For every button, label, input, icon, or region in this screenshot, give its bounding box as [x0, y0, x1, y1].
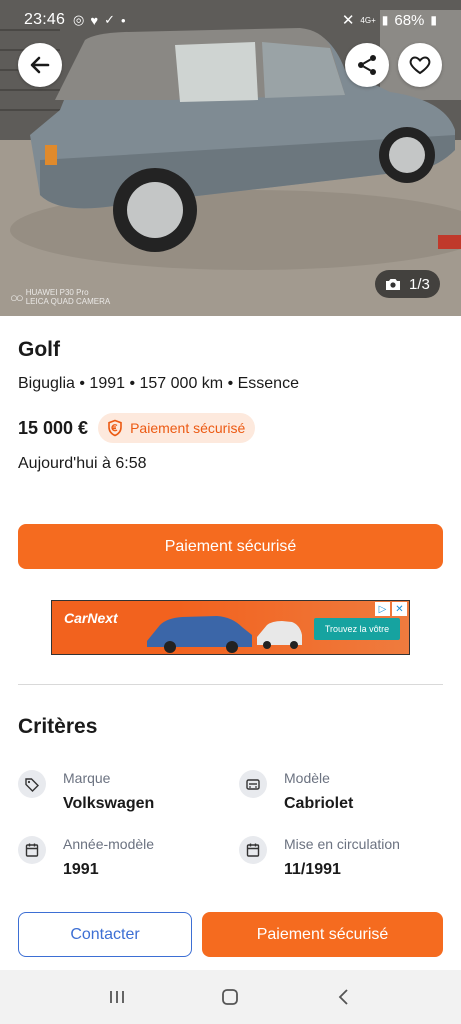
listing-title: Golf — [18, 338, 60, 361]
ad-cta-button[interactable]: Trouvez la vôtre — [314, 618, 400, 640]
ad-cars-image — [147, 616, 302, 653]
criteria-label: Marque — [63, 770, 111, 786]
recent-apps-icon — [109, 991, 124, 1003]
criteria-value: Cabriolet — [284, 795, 354, 812]
criteria-label: Mise en circulation — [284, 836, 400, 852]
shield-euro-icon — [108, 419, 122, 437]
criteria-value: Volkswagen — [63, 795, 155, 812]
signal-icon: ▮ — [381, 13, 389, 27]
notification-heart-icon: ♥ — [90, 12, 99, 28]
ad-close-icon[interactable]: ✕ — [392, 602, 407, 616]
status-time: 23:46 — [24, 11, 66, 28]
watermark-line2: LEICA QUAD CAMERA — [25, 297, 111, 306]
heart-icon — [409, 56, 431, 75]
nav-back-button[interactable] — [324, 977, 364, 1017]
section-divider — [18, 684, 443, 685]
recent-apps-button[interactable] — [97, 977, 137, 1017]
battery-percent: 68% — [394, 11, 425, 29]
calendar-icon — [239, 836, 267, 864]
listing-meta: Biguglia • 1991 • 157 000 km • Essence — [18, 375, 299, 392]
photo-counter-label: 1/3 — [409, 275, 430, 293]
ad-banner[interactable]: CarNext Trouvez la vôtre ▷ ✕ — [51, 600, 410, 655]
criteria-label: Modèle — [284, 770, 330, 786]
share-button[interactable] — [345, 43, 389, 87]
share-icon — [358, 55, 376, 75]
status-right: ✕ 4G+ ▮ 68% ▮ — [341, 11, 437, 30]
secure-badge-label: Paiement sécurisé — [130, 420, 246, 436]
chevron-left-icon — [338, 989, 348, 1005]
tag-icon — [18, 770, 46, 798]
listing-price: 15 000 € — [18, 417, 89, 438]
home-icon — [222, 989, 239, 1005]
ad-brand: CarNext — [64, 610, 118, 626]
listing-date: Aujourd'hui à 6:58 — [18, 455, 147, 472]
calendar-icon — [18, 836, 46, 864]
dot-icon: • — [121, 12, 126, 28]
listing-photo[interactable] — [0, 0, 461, 316]
contact-button[interactable]: Contacter — [18, 912, 192, 957]
arrow-left-icon — [30, 56, 50, 74]
price-row: 15 000 € Paiement sécurisé — [18, 413, 256, 443]
mute-icon: ✕ — [341, 12, 355, 29]
check-icon: ✓ — [104, 12, 116, 27]
car-model-icon — [239, 770, 267, 798]
criteria-value: 1991 — [63, 861, 99, 878]
adchoices-icon[interactable]: ▷ — [375, 602, 390, 616]
back-button[interactable] — [18, 43, 62, 87]
home-button[interactable] — [210, 977, 250, 1017]
notification-icons: ◎ ♥ ✓ • — [73, 12, 126, 28]
criteria-title: Critères — [18, 715, 98, 738]
photo-counter[interactable]: 1/3 — [375, 270, 440, 298]
battery-icon: ▮ — [430, 13, 437, 27]
leica-rings-icon: ○○ — [10, 289, 24, 305]
secure-payment-button[interactable]: Paiement sécurisé — [18, 524, 443, 569]
criteria-label: Année-modèle — [63, 836, 155, 852]
ad-choices[interactable]: ▷ ✕ — [375, 602, 407, 616]
system-nav-bar — [0, 970, 461, 1024]
camera-watermark: ○○ HUAWEI P30 Pro LEICA QUAD CAMERA — [10, 288, 110, 306]
status-bar: 23:46 ◎ ♥ ✓ • ✕ 4G+ ▮ 68% ▮ — [0, 0, 461, 40]
whatsapp-icon: ◎ — [73, 12, 85, 27]
criteria-value: 11/1991 — [284, 861, 341, 878]
pay-button[interactable]: Paiement sécurisé — [202, 912, 443, 957]
network-label: 4G+ — [360, 15, 376, 25]
secure-payment-badge: Paiement sécurisé — [98, 413, 256, 443]
watermark-line1: HUAWEI P30 Pro — [25, 288, 89, 297]
favorite-button[interactable] — [398, 43, 442, 87]
car-photo-illustration — [0, 0, 461, 316]
camera-icon — [386, 279, 400, 290]
